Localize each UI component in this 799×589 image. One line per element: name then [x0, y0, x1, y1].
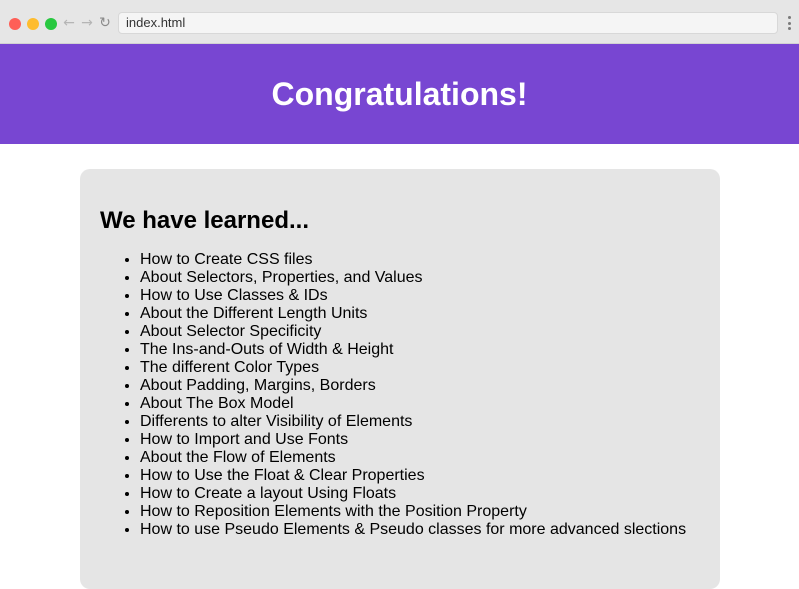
- address-bar[interactable]: index.html: [118, 12, 778, 34]
- list-item: About the Flow of Elements: [140, 449, 700, 467]
- close-window-button[interactable]: [9, 18, 21, 30]
- maximize-window-button[interactable]: [45, 18, 57, 30]
- list-item: Differents to alter Visibility of Elemen…: [140, 413, 700, 431]
- forward-arrow-icon[interactable]: →: [79, 14, 95, 32]
- page-header: Congratulations!: [0, 44, 799, 144]
- list-item: How to Create a layout Using Floats: [140, 485, 700, 503]
- list-item: How to Create CSS files: [140, 251, 700, 269]
- learned-card: We have learned... How to Create CSS fil…: [80, 169, 720, 589]
- browser-toolbar: ← → ↻ index.html: [0, 0, 799, 44]
- minimize-window-button[interactable]: [27, 18, 39, 30]
- list-item: The different Color Types: [140, 359, 700, 377]
- learned-list: How to Create CSS filesAbout Selectors, …: [100, 251, 700, 539]
- menu-dot: [787, 27, 791, 30]
- list-item: About Padding, Margins, Borders: [140, 377, 700, 395]
- list-item: How to Import and Use Fonts: [140, 431, 700, 449]
- list-item: How to Use Classes & IDs: [140, 287, 700, 305]
- list-item: The Ins-and-Outs of Width & Height: [140, 341, 700, 359]
- list-item: About Selector Specificity: [140, 323, 700, 341]
- back-arrow-icon[interactable]: ←: [61, 14, 77, 32]
- page-title: Congratulations!: [271, 75, 528, 112]
- card-heading: We have learned...: [100, 207, 309, 234]
- list-item: About The Box Model: [140, 395, 700, 413]
- list-item: How to Use the Float & Clear Properties: [140, 467, 700, 485]
- list-item: How to Reposition Elements with the Posi…: [140, 503, 700, 521]
- menu-dot: [787, 16, 791, 19]
- list-item: About Selectors, Properties, and Values: [140, 269, 700, 287]
- list-item: How to use Pseudo Elements & Pseudo clas…: [140, 521, 700, 539]
- more-options-icon[interactable]: [785, 15, 793, 31]
- menu-dot: [787, 21, 791, 25]
- list-item: About the Different Length Units: [140, 305, 700, 323]
- reload-icon[interactable]: ↻: [97, 14, 113, 32]
